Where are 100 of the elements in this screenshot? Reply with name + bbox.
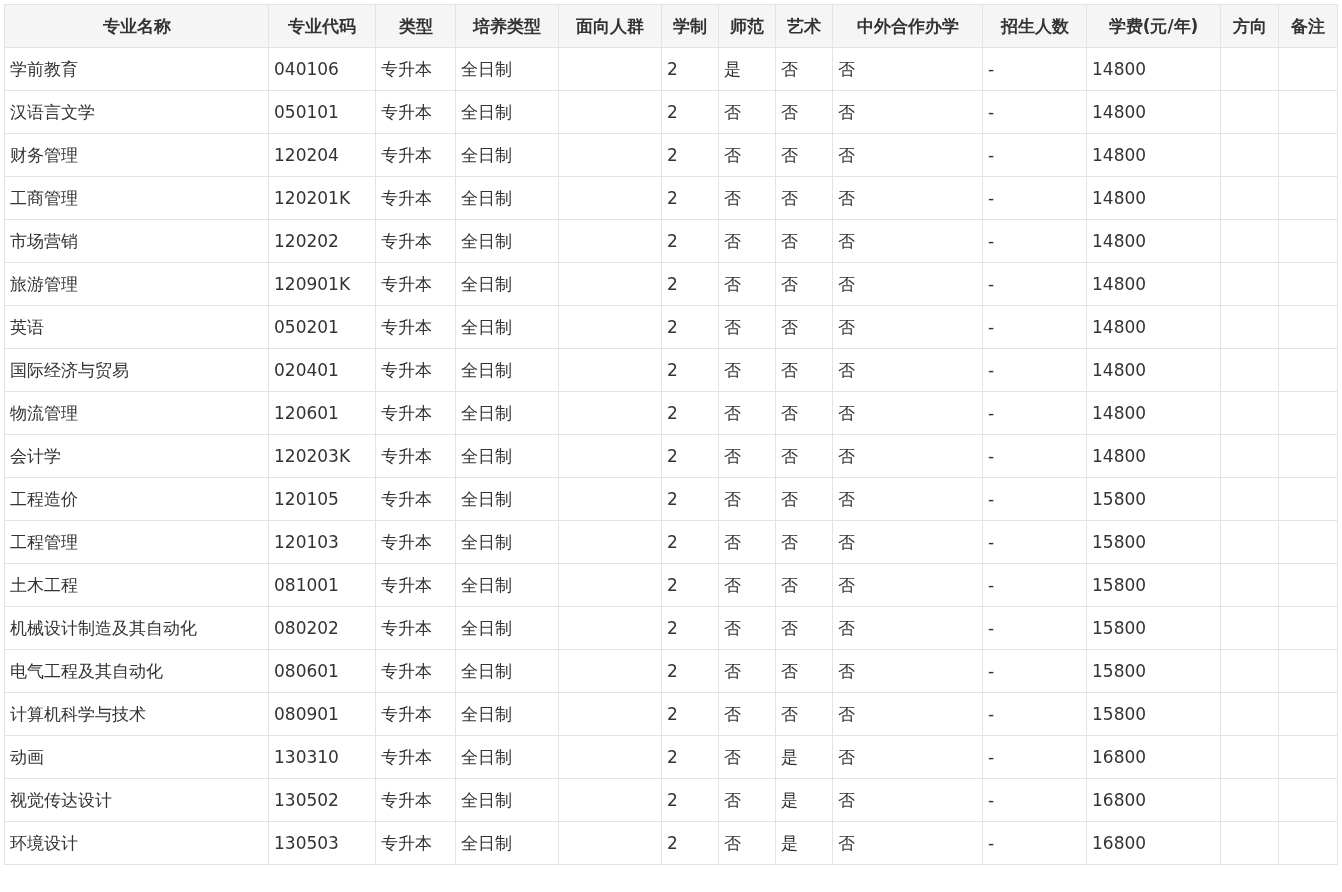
table-cell: 14800 xyxy=(1086,391,1221,435)
table-cell: 2 xyxy=(661,692,719,736)
table-cell: 全日制 xyxy=(455,821,559,865)
table-cell: - xyxy=(982,692,1087,736)
table-cell: 否 xyxy=(718,692,776,736)
table-cell: 080202 xyxy=(268,606,376,650)
table-cell: 环境设计 xyxy=(4,821,269,865)
table-cell: 否 xyxy=(775,262,833,306)
table-cell: 工程造价 xyxy=(4,477,269,521)
table-cell: 2 xyxy=(661,176,719,220)
table-cell: - xyxy=(982,477,1087,521)
table-cell: 否 xyxy=(775,434,833,478)
table-cell: 是 xyxy=(718,47,776,91)
table-cell: 15800 xyxy=(1086,606,1221,650)
table-cell: 否 xyxy=(832,821,983,865)
table-cell: 15800 xyxy=(1086,649,1221,693)
table-cell: - xyxy=(982,47,1087,91)
table-cell: 否 xyxy=(718,133,776,177)
table-cell: 电气工程及其自动化 xyxy=(4,649,269,693)
table-cell: 14800 xyxy=(1086,176,1221,220)
table-cell: 否 xyxy=(832,90,983,134)
table-cell: 2 xyxy=(661,47,719,91)
column-header: 学制 xyxy=(661,4,719,48)
table-cell: 15800 xyxy=(1086,520,1221,564)
column-header: 类型 xyxy=(375,4,456,48)
table-cell: 专升本 xyxy=(375,606,456,650)
table-cell: 否 xyxy=(775,606,833,650)
table-cell: 专升本 xyxy=(375,778,456,822)
table-cell: - xyxy=(982,219,1087,263)
table-cell: 否 xyxy=(832,649,983,693)
table-cell: 否 xyxy=(718,735,776,779)
table-cell: 全日制 xyxy=(455,47,559,91)
table-cell: 081001 xyxy=(268,563,376,607)
table-cell: 080601 xyxy=(268,649,376,693)
table-cell: 全日制 xyxy=(455,649,559,693)
table-cell: 是 xyxy=(775,735,833,779)
table-cell: 学前教育 xyxy=(4,47,269,91)
table-cell: 是 xyxy=(775,778,833,822)
table-cell: 专升本 xyxy=(375,735,456,779)
table-cell: 全日制 xyxy=(455,563,559,607)
table-cell: 专升本 xyxy=(375,692,456,736)
table-cell: 全日制 xyxy=(455,520,559,564)
table-cell: 否 xyxy=(832,520,983,564)
table-cell: - xyxy=(982,305,1087,349)
table-cell: 2 xyxy=(661,821,719,865)
table-cell: - xyxy=(982,778,1087,822)
table-cell: 全日制 xyxy=(455,692,559,736)
table-cell: 14800 xyxy=(1086,348,1221,392)
table-cell: 旅游管理 xyxy=(4,262,269,306)
table-cell: 工程管理 xyxy=(4,520,269,564)
table-cell: - xyxy=(982,348,1087,392)
table-cell: 2 xyxy=(661,391,719,435)
table-cell: 是 xyxy=(775,821,833,865)
table-cell: 120204 xyxy=(268,133,376,177)
table-cell: 否 xyxy=(832,47,983,91)
table-cell: - xyxy=(982,176,1087,220)
table-cell: 否 xyxy=(775,649,833,693)
table-cell: - xyxy=(982,133,1087,177)
table-cell: 否 xyxy=(718,606,776,650)
table-cell: 14800 xyxy=(1086,262,1221,306)
table-cell: 否 xyxy=(718,305,776,349)
table-cell: 14800 xyxy=(1086,434,1221,478)
table-cell: 2 xyxy=(661,778,719,822)
table-cell: 否 xyxy=(718,477,776,521)
table-cell: - xyxy=(982,434,1087,478)
table-cell: 汉语言文学 xyxy=(4,90,269,134)
table-cell: 财务管理 xyxy=(4,133,269,177)
table-cell: - xyxy=(982,649,1087,693)
table-cell: 工商管理 xyxy=(4,176,269,220)
table-cell: 080901 xyxy=(268,692,376,736)
table-cell: 否 xyxy=(775,219,833,263)
table-cell: 专升本 xyxy=(375,133,456,177)
table-cell: 全日制 xyxy=(455,219,559,263)
table-cell: 专升本 xyxy=(375,649,456,693)
table-cell: 物流管理 xyxy=(4,391,269,435)
table-cell: 专升本 xyxy=(375,348,456,392)
table-cell: 否 xyxy=(718,520,776,564)
table-cell: 英语 xyxy=(4,305,269,349)
table-cell: 16800 xyxy=(1086,735,1221,779)
table-cell: 050101 xyxy=(268,90,376,134)
table-cell: 14800 xyxy=(1086,305,1221,349)
table-cell: 否 xyxy=(832,262,983,306)
table-cell: 120601 xyxy=(268,391,376,435)
table-cell: - xyxy=(982,520,1087,564)
table-cell: 2 xyxy=(661,262,719,306)
table-cell: 专升本 xyxy=(375,262,456,306)
table-cell: 否 xyxy=(832,176,983,220)
table-cell: 否 xyxy=(718,821,776,865)
table-cell: - xyxy=(982,90,1087,134)
table-cell: 否 xyxy=(775,692,833,736)
table-cell: 全日制 xyxy=(455,133,559,177)
table-cell: 全日制 xyxy=(455,434,559,478)
table-cell: 否 xyxy=(832,219,983,263)
table-cell: 否 xyxy=(718,90,776,134)
table-cell: 国际经济与贸易 xyxy=(4,348,269,392)
column-header: 培养类型 xyxy=(455,4,559,48)
table-cell: 否 xyxy=(718,176,776,220)
table-cell: 2 xyxy=(661,606,719,650)
table-cell: 计算机科学与技术 xyxy=(4,692,269,736)
column-header: 专业代码 xyxy=(268,4,376,48)
